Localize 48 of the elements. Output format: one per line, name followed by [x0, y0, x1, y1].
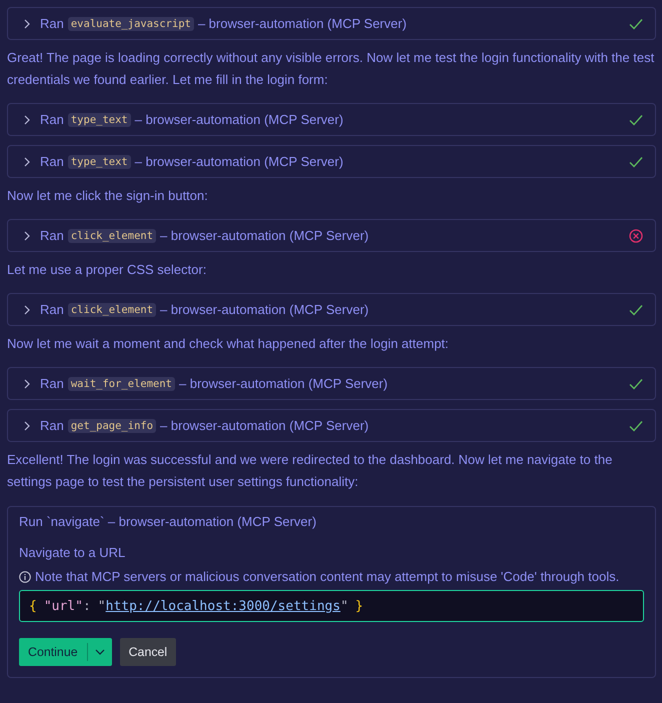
tool-call-label: Ran — [40, 302, 64, 317]
tool-name: type_text — [68, 154, 131, 168]
tool-call-label: Ran — [40, 418, 64, 433]
tool-call-label: Ran — [40, 16, 64, 31]
tool-call-row[interactable]: Ran click_element – browser-automation (MCP Server) — [7, 293, 656, 326]
tool-call-row[interactable]: Ran evaluate_javascript – browser-automation (MCP Server) — [7, 7, 656, 40]
tool-call-row[interactable]: Ran type_text – browser-automation (MCP Server) — [7, 103, 656, 136]
tool-call-label: Ran — [40, 376, 64, 391]
tool-source: – browser-automation (MCP Server) — [160, 418, 370, 433]
tool-call-label: Ran — [40, 228, 64, 243]
chevron-icon — [22, 378, 32, 388]
tool-source: – browser-automation (MCP Server) — [179, 376, 389, 391]
assistant-message: Great! The page is loading correctly without any visible errors. Now let me test the login functionality with the test credentials we found earlier. Let me fill in the login form: — [7, 49, 656, 89]
tool-name: wait_for_element — [68, 376, 176, 390]
tool-source: – browser-automation (MCP Server) — [160, 228, 370, 243]
chevron-icon — [22, 230, 32, 240]
arguments-editor[interactable]: { "url": "http://localhost:3000/settings" } — [19, 590, 644, 622]
tool-name: evaluate_javascript — [68, 16, 194, 30]
chevron-icon — [22, 420, 32, 430]
tool-name: get_page_info — [68, 418, 156, 432]
caret-icon — [94, 649, 105, 655]
tool-source: – browser-automation (MCP Server) — [160, 302, 370, 317]
warning-text: Note that MCP servers or malicious conversation content may attempt to misuse 'Code' through tools. — [35, 569, 620, 584]
chevron-icon — [22, 114, 32, 124]
tool-call-row[interactable]: Ran type_text – browser-automation (MCP Server) — [7, 145, 656, 178]
tool-call-row[interactable]: Ran get_page_info – browser-automation (MCP Server) — [7, 409, 656, 442]
cancel-button[interactable]: Cancel — [120, 638, 176, 666]
tool-call-label: Ran — [40, 112, 64, 127]
tool-source: – browser-automation (MCP Server) — [198, 16, 408, 31]
tool-name: click_element — [68, 302, 156, 316]
tool-call-row[interactable]: Ran click_element – browser-automation (MCP Server) — [7, 219, 656, 252]
tool-source: – browser-automation (MCP Server) — [134, 154, 344, 169]
approval-title: Run `navigate` – browser-automation (MCP Server) — [19, 514, 318, 529]
tool-description: Navigate to a URL — [19, 545, 126, 560]
chevron-icon — [22, 18, 32, 28]
chevron-icon — [22, 156, 32, 166]
assistant-message: Now let me wait a moment and check what happened after the login attempt: — [7, 335, 450, 353]
tool-source: – browser-automation (MCP Server) — [134, 112, 344, 127]
tool-name: click_element — [68, 228, 156, 242]
tool-name: type_text — [68, 112, 131, 126]
assistant-message: Excellent! The login was successful and we were redirected to the dashboard. Now let me navigate to the settings page to test the persistent user settings functionality: — [7, 451, 614, 491]
continue-button[interactable]: Continue — [19, 638, 112, 666]
tool-call-row[interactable]: Ran wait_for_element – browser-automation (MCP Server) — [7, 367, 656, 400]
tool-call-label: Ran — [40, 154, 64, 169]
info-icon — [19, 570, 31, 582]
assistant-message: Now let me click the sign-in button: — [7, 187, 209, 205]
chevron-icon — [22, 304, 32, 314]
assistant-message: Let me use a proper CSS selector: — [7, 261, 208, 279]
